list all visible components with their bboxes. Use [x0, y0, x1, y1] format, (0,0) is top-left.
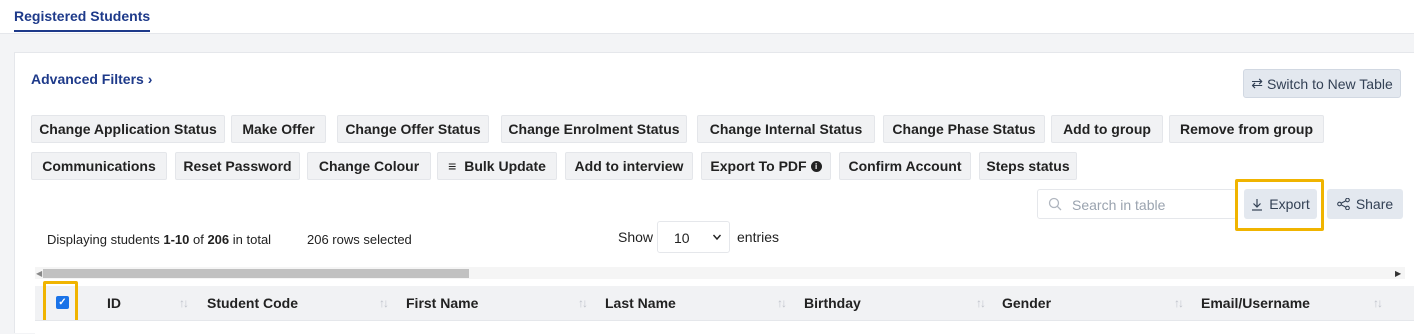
download-icon — [1252, 198, 1263, 211]
change-internal-status-button[interactable]: Change Internal Status — [697, 115, 875, 143]
summary-suffix: in total — [229, 232, 272, 247]
sort-icon[interactable]: ↑↓ — [777, 296, 787, 310]
column-header-student-code[interactable]: Student Code — [207, 295, 298, 311]
add-to-interview-button[interactable]: Add to interview — [565, 152, 693, 180]
sort-icon[interactable]: ↑↓ — [179, 296, 189, 310]
sort-icon[interactable]: ↑↓ — [976, 296, 986, 310]
list-lines-icon: ≡ — [448, 158, 457, 174]
page-size-select[interactable]: 10 — [657, 221, 730, 253]
summary-total: 206 — [207, 232, 230, 247]
tab-bar: Registered Students — [0, 0, 1414, 34]
share-label: Share — [1355, 196, 1394, 212]
bulk-update-label: Bulk Update — [464, 158, 546, 174]
tab-registered-students[interactable]: Registered Students — [14, 8, 151, 32]
bulk-update-button[interactable]: ≡ Bulk Update — [437, 152, 557, 180]
reset-password-button[interactable]: Reset Password — [175, 152, 300, 180]
column-header-id[interactable]: ID — [107, 295, 121, 311]
column-header-first-name[interactable]: First Name — [406, 295, 478, 311]
change-offer-status-button[interactable]: Change Offer Status — [337, 115, 489, 143]
swap-arrows-icon: ⇄ — [1251, 75, 1263, 91]
sort-icon[interactable]: ↑↓ — [379, 296, 389, 310]
entries-label: entries — [737, 229, 780, 245]
change-colour-button[interactable]: Change Colour — [307, 152, 431, 180]
scroll-right-arrow-icon[interactable]: ▶ — [1395, 269, 1401, 278]
sort-icon[interactable]: ↑↓ — [578, 296, 588, 310]
search-input[interactable] — [1072, 195, 1222, 215]
communications-button[interactable]: Communications — [31, 152, 167, 180]
change-phase-status-button[interactable]: Change Phase Status — [883, 115, 1045, 143]
confirm-account-button[interactable]: Confirm Account — [839, 152, 971, 180]
switch-to-new-table-button[interactable]: ⇄ Switch to New Table — [1243, 69, 1401, 98]
column-header-email-username[interactable]: Email/Username — [1201, 295, 1310, 311]
chevron-down-icon — [712, 234, 722, 241]
make-offer-button[interactable]: Make Offer — [231, 115, 326, 143]
search-icon — [1048, 197, 1062, 211]
select-all-checkbox[interactable]: ✓ — [56, 296, 69, 309]
steps-status-button[interactable]: Steps status — [979, 152, 1077, 180]
export-to-pdf-label: Export To PDF — [710, 158, 807, 174]
summary-range: 1-10 — [163, 232, 190, 247]
chevron-right-icon: › — [147, 71, 153, 87]
table-row[interactable] — [35, 320, 1414, 334]
search-box — [1037, 189, 1237, 219]
advanced-filters-toggle[interactable]: Advanced Filters › — [31, 71, 152, 87]
sort-icon[interactable]: ↑↓ — [1174, 296, 1184, 310]
change-application-status-button[interactable]: Change Application Status — [31, 115, 225, 143]
remove-from-group-button[interactable]: Remove from group — [1169, 115, 1324, 143]
table-header: ID ↑↓ Student Code ↑↓ First Name ↑↓ Last… — [35, 286, 1414, 320]
export-label: Export — [1269, 196, 1310, 212]
add-to-group-button[interactable]: Add to group — [1051, 115, 1163, 143]
summary-prefix: Displaying students — [47, 232, 164, 247]
scroll-left-arrow-icon[interactable]: ◀ — [36, 269, 42, 278]
scrollbar-thumb[interactable] — [43, 269, 469, 278]
rows-selected-text: 206 rows selected — [307, 232, 412, 247]
sort-icon[interactable]: ↑↓ — [1373, 296, 1383, 310]
info-icon: i — [810, 160, 822, 172]
share-button[interactable]: Share — [1327, 189, 1403, 219]
summary-of: of — [189, 232, 208, 247]
column-header-gender[interactable]: Gender — [1002, 295, 1051, 311]
display-summary: Displaying students 1-10 of 206 in total — [47, 232, 271, 247]
students-panel: Advanced Filters › ⇄ Switch to New Table… — [14, 52, 1414, 334]
export-button[interactable]: Export — [1244, 189, 1317, 219]
share-icon — [1336, 198, 1350, 210]
advanced-filters-label: Advanced Filters — [31, 71, 144, 87]
change-enrolment-status-button[interactable]: Change Enrolment Status — [501, 115, 687, 143]
switch-table-label: Switch to New Table — [1266, 75, 1393, 92]
column-header-last-name[interactable]: Last Name — [605, 295, 676, 311]
export-to-pdf-button[interactable]: Export To PDF i — [701, 152, 831, 180]
show-label: Show — [618, 229, 654, 245]
page-size-value: 10 — [674, 230, 690, 246]
column-header-birthday[interactable]: Birthday — [804, 295, 861, 311]
